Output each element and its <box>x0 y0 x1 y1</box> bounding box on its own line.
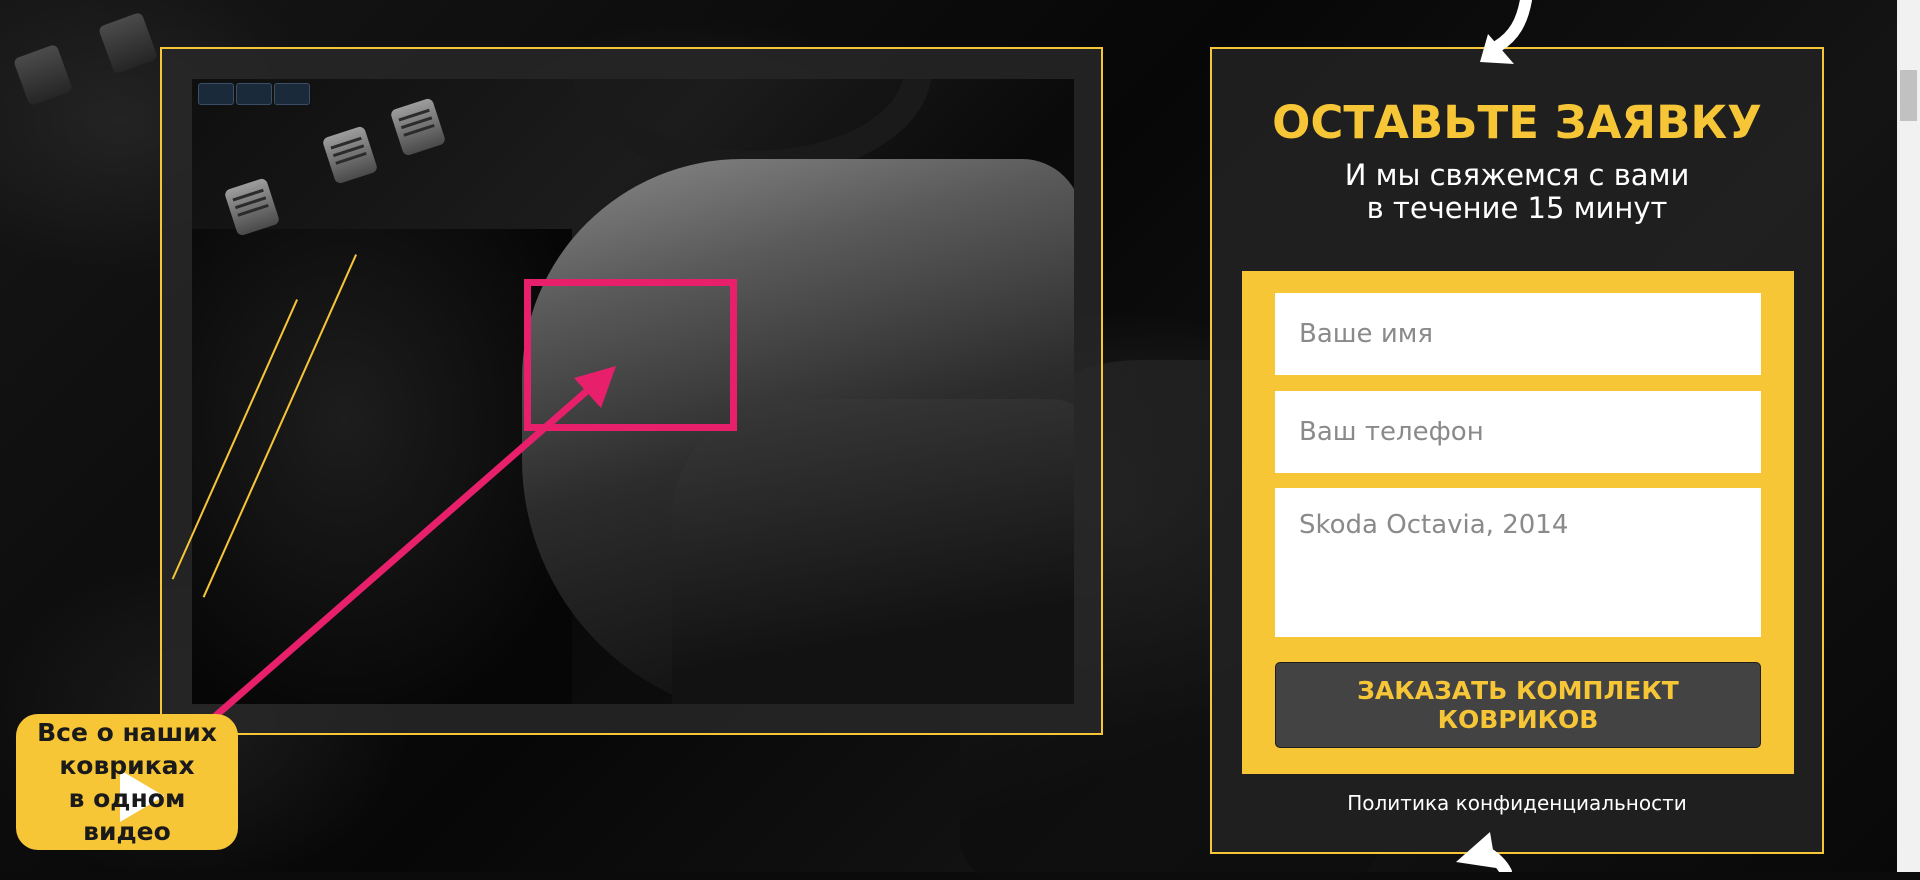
pedal <box>389 97 447 157</box>
video-badge[interactable]: Все о наших ковриках в одном видео <box>16 714 238 850</box>
pedal <box>321 125 379 185</box>
floor-mat <box>192 229 572 704</box>
name-input[interactable] <box>1275 293 1761 375</box>
phone-input[interactable] <box>1275 391 1761 473</box>
highlight-box <box>524 279 737 431</box>
pedal <box>223 177 281 237</box>
scrollbar-thumb[interactable] <box>1900 70 1917 121</box>
dashboard-button <box>236 83 272 105</box>
scrollbar-track[interactable] <box>1897 0 1920 872</box>
dashboard-button <box>274 83 310 105</box>
privacy-policy-link[interactable]: Политика конфиденциальности <box>1212 791 1822 815</box>
car-seat-cushion <box>672 399 1074 704</box>
video-badge-label: Все о наших ковриках в одном видео <box>37 718 217 846</box>
car-model-textarea[interactable] <box>1275 488 1761 637</box>
dashboard-button <box>198 83 234 105</box>
form-title: ОСТАВЬТЕ ЗАЯВКУ <box>1272 96 1762 149</box>
form-subtitle: И мы свяжемся с вами в течение 15 минут <box>1344 158 1690 225</box>
order-mats-button[interactable]: ЗАКАЗАТЬ КОМПЛЕКТ КОВРИКОВ <box>1275 662 1761 748</box>
